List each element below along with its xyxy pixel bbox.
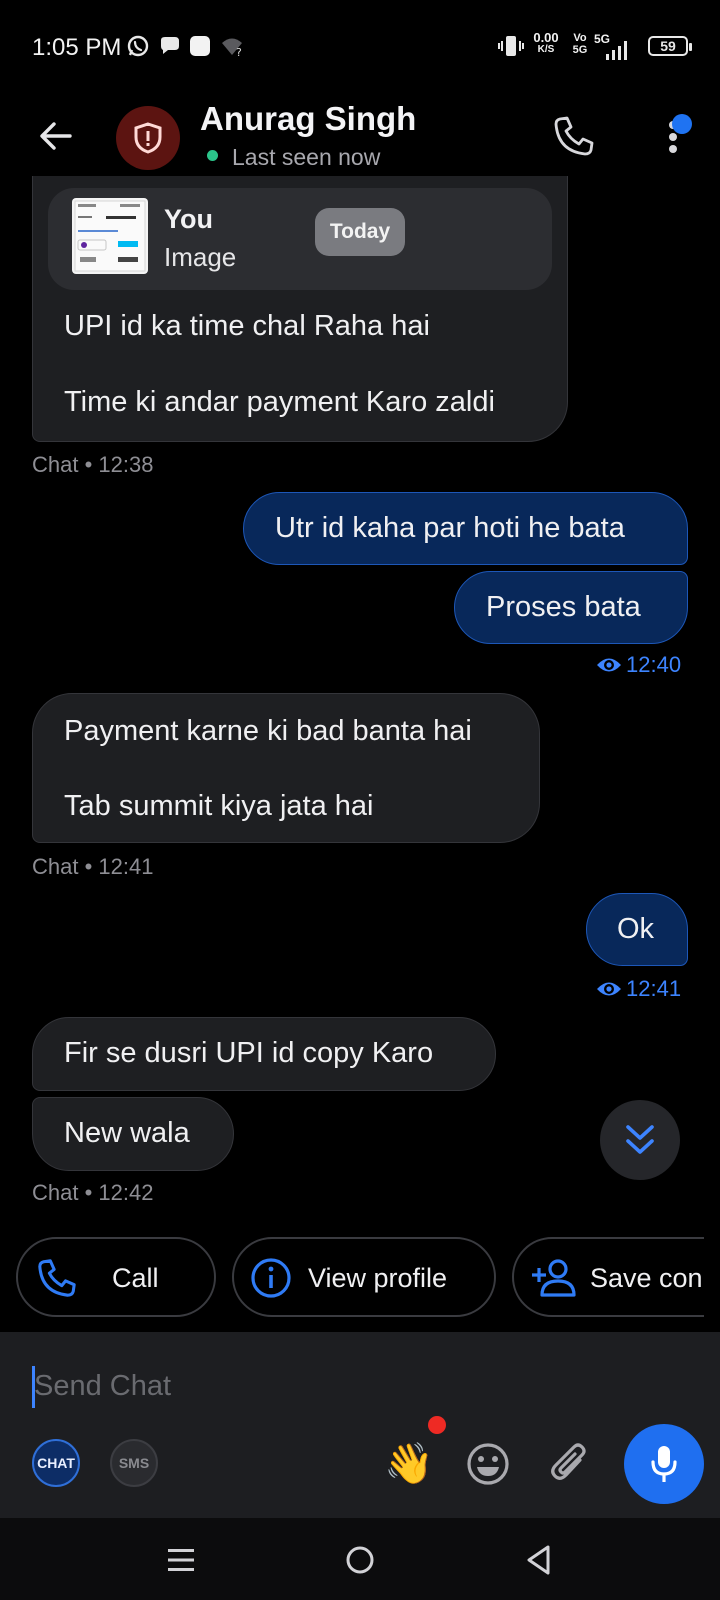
- chat-mode-toggle[interactable]: CHAT: [32, 1439, 80, 1487]
- message-text: Ok: [617, 913, 655, 945]
- phone-call-icon[interactable]: [552, 114, 596, 158]
- message-text: Utr id kaha par hoti he bata: [275, 512, 625, 544]
- back-arrow-icon[interactable]: [36, 116, 76, 156]
- presence-status: Last seen now: [232, 144, 381, 170]
- message-text: Fir se dusri UPI id copy Karo: [64, 1037, 434, 1069]
- message-text: Tab summit kiya jata hai: [64, 790, 374, 822]
- wifi-unknown-icon: ?: [222, 38, 242, 58]
- presence-dot: [207, 150, 218, 161]
- attachment-icon[interactable]: [550, 1442, 590, 1486]
- send-chat-input[interactable]: [34, 1364, 594, 1408]
- voice-record-button[interactable]: [624, 1424, 704, 1504]
- message-text: Payment karne ki bad banta hai: [64, 715, 472, 747]
- message-meta: Chat • 12:41: [32, 854, 154, 879]
- wave-notification-dot: [428, 1416, 446, 1434]
- call-chip-label: Call: [112, 1263, 159, 1293]
- scroll-to-bottom-button[interactable]: [600, 1100, 680, 1180]
- message-meta: Chat • 12:38: [32, 452, 154, 477]
- phone-icon: [38, 1259, 76, 1297]
- message-meta: 12:40: [626, 652, 682, 677]
- avatar[interactable]: [116, 106, 180, 170]
- vibrate-icon: [498, 36, 524, 56]
- back-navigation-icon[interactable]: [524, 1544, 554, 1576]
- view-profile-chip[interactable]: View profile: [232, 1237, 496, 1317]
- home-icon[interactable]: [344, 1544, 376, 1576]
- recent-apps-icon[interactable]: [166, 1546, 196, 1574]
- status-time: 1:05 PM: [32, 34, 122, 61]
- network-speed: 0.00 K/S: [533, 30, 559, 55]
- message-composer: [0, 1332, 720, 1518]
- text-cursor: [32, 1366, 35, 1408]
- call-chip[interactable]: Call: [16, 1237, 216, 1317]
- shield-alert-icon: [134, 122, 162, 154]
- sms-mode-toggle[interactable]: SMS: [110, 1439, 158, 1487]
- status-bar: 1:05 PM ? 0.00 K/S Vo 5G 5G 59: [0, 0, 720, 96]
- menu-notification-badge: [672, 114, 692, 134]
- whatsapp-icon: [127, 35, 149, 57]
- save-contact-chip[interactable]: Save con: [512, 1237, 704, 1317]
- add-person-icon: [532, 1259, 576, 1297]
- reply-author: You: [164, 204, 213, 234]
- seen-eye-icon: [597, 982, 621, 996]
- date-separator-pill: Today: [315, 208, 405, 256]
- svg-text:?: ?: [236, 46, 242, 58]
- seen-eye-icon: [597, 658, 621, 672]
- reply-media-type: Image: [164, 242, 237, 272]
- message-text: New wala: [64, 1117, 190, 1149]
- microphone-icon: [651, 1446, 677, 1482]
- chat-notification-icon: [161, 37, 179, 54]
- info-icon: [251, 1258, 291, 1298]
- message-meta: 12:41: [626, 976, 682, 1001]
- message-text: Proses bata: [486, 591, 641, 623]
- save-contact-chip-label: Save con: [590, 1263, 703, 1293]
- message-text: Time ki andar payment Karo zaldi: [64, 386, 495, 418]
- contact-name[interactable]: Anurag Singh: [200, 100, 416, 138]
- app-notification-icon: [190, 36, 210, 56]
- message-meta: Chat • 12:42: [32, 1180, 154, 1205]
- signal-icon: [606, 41, 627, 60]
- view-profile-chip-label: View profile: [308, 1263, 448, 1293]
- message-text: UPI id ka time chal Raha hai: [64, 310, 430, 342]
- reply-image-thumbnail: [72, 198, 148, 274]
- emoji-icon[interactable]: [466, 1442, 510, 1486]
- wave-emoji-button[interactable]: 👋: [384, 1440, 434, 1488]
- double-chevron-down-icon: [626, 1125, 654, 1154]
- volte-indicator: Vo 5G: [572, 32, 588, 56]
- quick-actions-row: Call View profile Save con: [0, 1226, 704, 1328]
- battery-indicator: 59: [648, 36, 692, 56]
